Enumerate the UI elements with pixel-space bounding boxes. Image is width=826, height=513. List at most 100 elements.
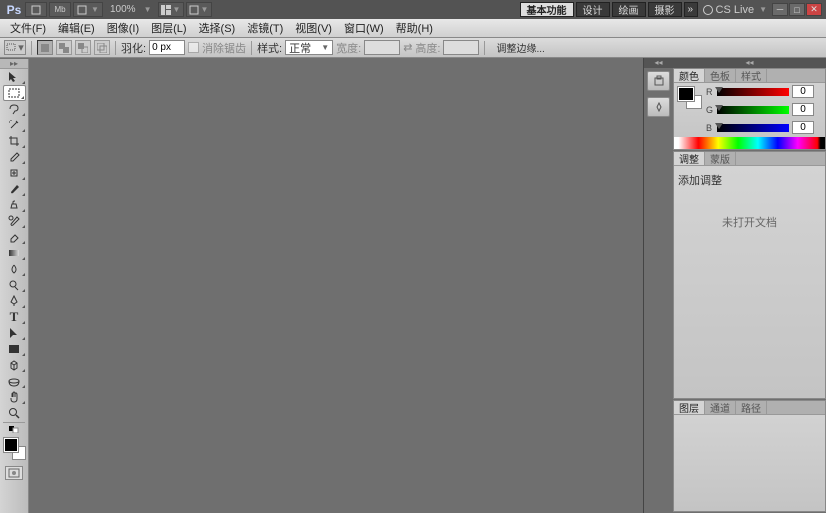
selection-new-button[interactable] <box>37 40 53 55</box>
selection-intersect-button[interactable] <box>94 40 110 55</box>
history-brush-tool[interactable] <box>3 213 26 229</box>
crop-tool[interactable] <box>3 133 26 149</box>
tab-color[interactable]: 颜色 <box>674 69 705 82</box>
adjustments-panel: 调整 蒙版 添加调整 未打开文档 <box>673 151 826 399</box>
tab-styles[interactable]: 样式 <box>736 69 767 82</box>
pen-tool[interactable] <box>3 293 26 309</box>
3d-camera-tool[interactable] <box>3 373 26 389</box>
foreground-color[interactable] <box>4 438 18 452</box>
zoom-level[interactable]: 100% <box>110 4 136 15</box>
b-value[interactable]: 0 <box>792 121 814 134</box>
app-logo: Ps <box>4 2 24 18</box>
panel-col-collapse[interactable]: ◂◂ <box>644 58 673 68</box>
color-panel: 颜色 色板 样式 R 0 G 0 B 0 <box>673 68 826 150</box>
launch-bridge-button[interactable] <box>25 2 47 17</box>
tab-layers[interactable]: 图层 <box>674 401 705 414</box>
options-bar: ▾ 羽化: 消除锯齿 样式: 正常▼ 宽度: ⇄ 高度: 调整边缘... <box>0 38 826 58</box>
cs-live-button[interactable]: CS Live▼ <box>703 4 767 16</box>
default-colors-icon[interactable] <box>3 424 26 434</box>
type-tool[interactable]: T <box>3 309 26 325</box>
menu-select[interactable]: 选择(S) <box>193 19 242 37</box>
launch-minibridge-button[interactable]: Mb <box>49 2 71 17</box>
menu-image[interactable]: 图像(I) <box>101 19 145 37</box>
properties-panel-icon[interactable] <box>647 97 670 117</box>
toolbar-collapse[interactable]: ▸▸ <box>0 59 28 69</box>
blur-tool[interactable] <box>3 261 26 277</box>
color-swatches <box>0 438 28 464</box>
width-label: 宽度: <box>336 40 361 56</box>
workspace-essentials[interactable]: 基本功能 <box>520 2 574 17</box>
menu-view[interactable]: 视图(V) <box>289 19 338 37</box>
dodge-tool[interactable] <box>3 277 26 293</box>
gradient-tool[interactable] <box>3 245 26 261</box>
path-selection-tool[interactable] <box>3 325 26 341</box>
collapsed-panels-column: ◂◂ <box>644 58 673 513</box>
g-slider[interactable] <box>717 106 789 114</box>
g-value[interactable]: 0 <box>792 103 814 116</box>
workspace-photography[interactable]: 摄影 <box>648 2 682 17</box>
add-adjustment-label: 添加调整 <box>678 170 821 190</box>
eraser-tool[interactable] <box>3 229 26 245</box>
workspace-more[interactable]: » <box>684 2 698 17</box>
close-button[interactable]: ✕ <box>806 3 822 16</box>
history-panel-icon[interactable] <box>647 71 670 91</box>
minimize-button[interactable]: － <box>772 3 788 16</box>
height-label: 高度: <box>415 40 440 56</box>
chevron-down-icon: ▼ <box>144 5 152 14</box>
b-slider[interactable] <box>717 124 789 132</box>
right-panels-dock: ◂◂ 颜色 色板 样式 R 0 G 0 B 0 <box>673 58 826 513</box>
antialias-label: 消除锯齿 <box>202 40 246 56</box>
b-label: B <box>706 123 714 133</box>
refine-edge-button[interactable]: 调整边缘... <box>490 40 550 55</box>
panel-foreground-swatch[interactable] <box>678 87 694 101</box>
menu-layer[interactable]: 图层(L) <box>145 19 192 37</box>
style-label: 样式: <box>257 40 282 56</box>
hand-tool[interactable] <box>3 389 26 405</box>
arrange-documents-dropdown[interactable]: ▼ <box>158 2 184 17</box>
magic-wand-tool[interactable] <box>3 117 26 133</box>
menu-edit[interactable]: 编辑(E) <box>52 19 101 37</box>
tab-masks[interactable]: 蒙版 <box>705 152 736 165</box>
3d-tool[interactable] <box>3 357 26 373</box>
eyedropper-tool[interactable] <box>3 149 26 165</box>
brush-tool[interactable] <box>3 181 26 197</box>
antialias-checkbox <box>188 42 199 53</box>
feather-label: 羽化: <box>121 40 146 56</box>
menu-window[interactable]: 窗口(W) <box>338 19 390 37</box>
menu-help[interactable]: 帮助(H) <box>390 19 439 37</box>
tab-paths[interactable]: 路径 <box>736 401 767 414</box>
selection-subtract-button[interactable] <box>75 40 91 55</box>
r-slider[interactable] <box>717 88 789 96</box>
workspace-design[interactable]: 设计 <box>576 2 610 17</box>
panels-collapse[interactable]: ◂◂ <box>673 58 826 68</box>
feather-input[interactable] <box>149 40 185 55</box>
marquee-tool[interactable] <box>3 85 26 101</box>
selection-add-button[interactable] <box>56 40 72 55</box>
r-value[interactable]: 0 <box>792 85 814 98</box>
view-extras-dropdown[interactable]: ▼ <box>73 2 103 17</box>
swap-icon: ⇄ <box>403 41 412 54</box>
quick-mask-toggle[interactable] <box>5 466 23 480</box>
shape-tool[interactable] <box>3 341 26 357</box>
menu-filter[interactable]: 滤镜(T) <box>241 19 289 37</box>
screen-mode-dropdown[interactable]: ▼ <box>186 2 212 17</box>
width-input <box>364 40 400 55</box>
color-spectrum-bar[interactable] <box>674 137 825 149</box>
move-tool[interactable] <box>3 69 26 85</box>
workspace-painting[interactable]: 绘画 <box>612 2 646 17</box>
healing-brush-tool[interactable] <box>3 165 26 181</box>
clone-stamp-tool[interactable] <box>3 197 26 213</box>
style-dropdown[interactable]: 正常▼ <box>285 40 333 55</box>
tool-preset-picker[interactable]: ▾ <box>4 40 26 55</box>
lasso-tool[interactable] <box>3 101 26 117</box>
height-input <box>443 40 479 55</box>
zoom-tool[interactable] <box>3 405 26 421</box>
tab-swatches[interactable]: 色板 <box>705 69 736 82</box>
menu-file[interactable]: 文件(F) <box>4 19 52 37</box>
menu-bar: 文件(F) 编辑(E) 图像(I) 图层(L) 选择(S) 滤镜(T) 视图(V… <box>0 19 826 38</box>
tools-panel: ▸▸ T <box>0 59 29 513</box>
tab-adjustments[interactable]: 调整 <box>674 152 705 165</box>
maximize-button[interactable]: □ <box>789 3 805 16</box>
app-titlebar: Ps Mb ▼ 100% ▼ ▼ ▼ 基本功能 设计 绘画 摄影 » CS Liv… <box>0 0 826 19</box>
tab-channels[interactable]: 通道 <box>705 401 736 414</box>
